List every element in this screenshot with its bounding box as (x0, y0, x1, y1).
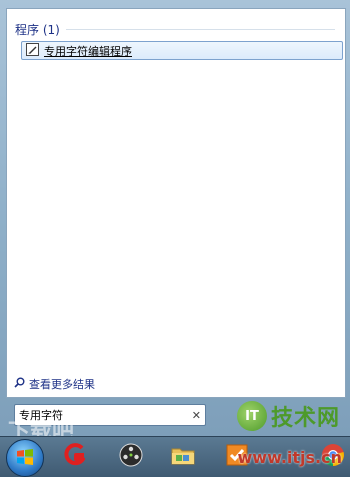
taskbar-app-red-g[interactable] (60, 441, 90, 471)
section-title: 程序 (1) (15, 23, 60, 37)
watermark-brand: IT 技术网 (236, 400, 340, 432)
taskbar-app-folder[interactable] (168, 441, 198, 471)
see-more-label: 查看更多结果 (29, 378, 95, 391)
search-icon (14, 377, 25, 391)
red-g-icon (62, 442, 88, 471)
search-results-panel: 程序 (1) 专用字符编辑程序 (6, 8, 346, 398)
result-item-label: 专用字符编辑程序 (44, 44, 132, 58)
watermark-logo-icon: IT (236, 401, 267, 431)
windows-logo-icon (16, 448, 34, 469)
folder-icon (170, 442, 196, 471)
section-divider (65, 29, 335, 30)
private-character-editor-icon (26, 42, 39, 59)
result-item-private-character-editor[interactable]: 专用字符编辑程序 (21, 41, 343, 60)
start-menu: 程序 (1) 专用字符编辑程序 查看更多结果 ✕ (0, 0, 350, 436)
clear-search-icon[interactable]: ✕ (192, 409, 201, 422)
film-reel-icon (118, 442, 144, 471)
programs-section-header: 程序 (1) (15, 21, 335, 38)
watermark-url: www.itjs.cn (237, 448, 343, 467)
see-more-results-link[interactable]: 查看更多结果 (14, 376, 95, 392)
start-button[interactable] (6, 439, 44, 477)
watermark-brand-text: 技术网 (270, 406, 340, 431)
taskbar-app-film[interactable] (116, 441, 146, 471)
